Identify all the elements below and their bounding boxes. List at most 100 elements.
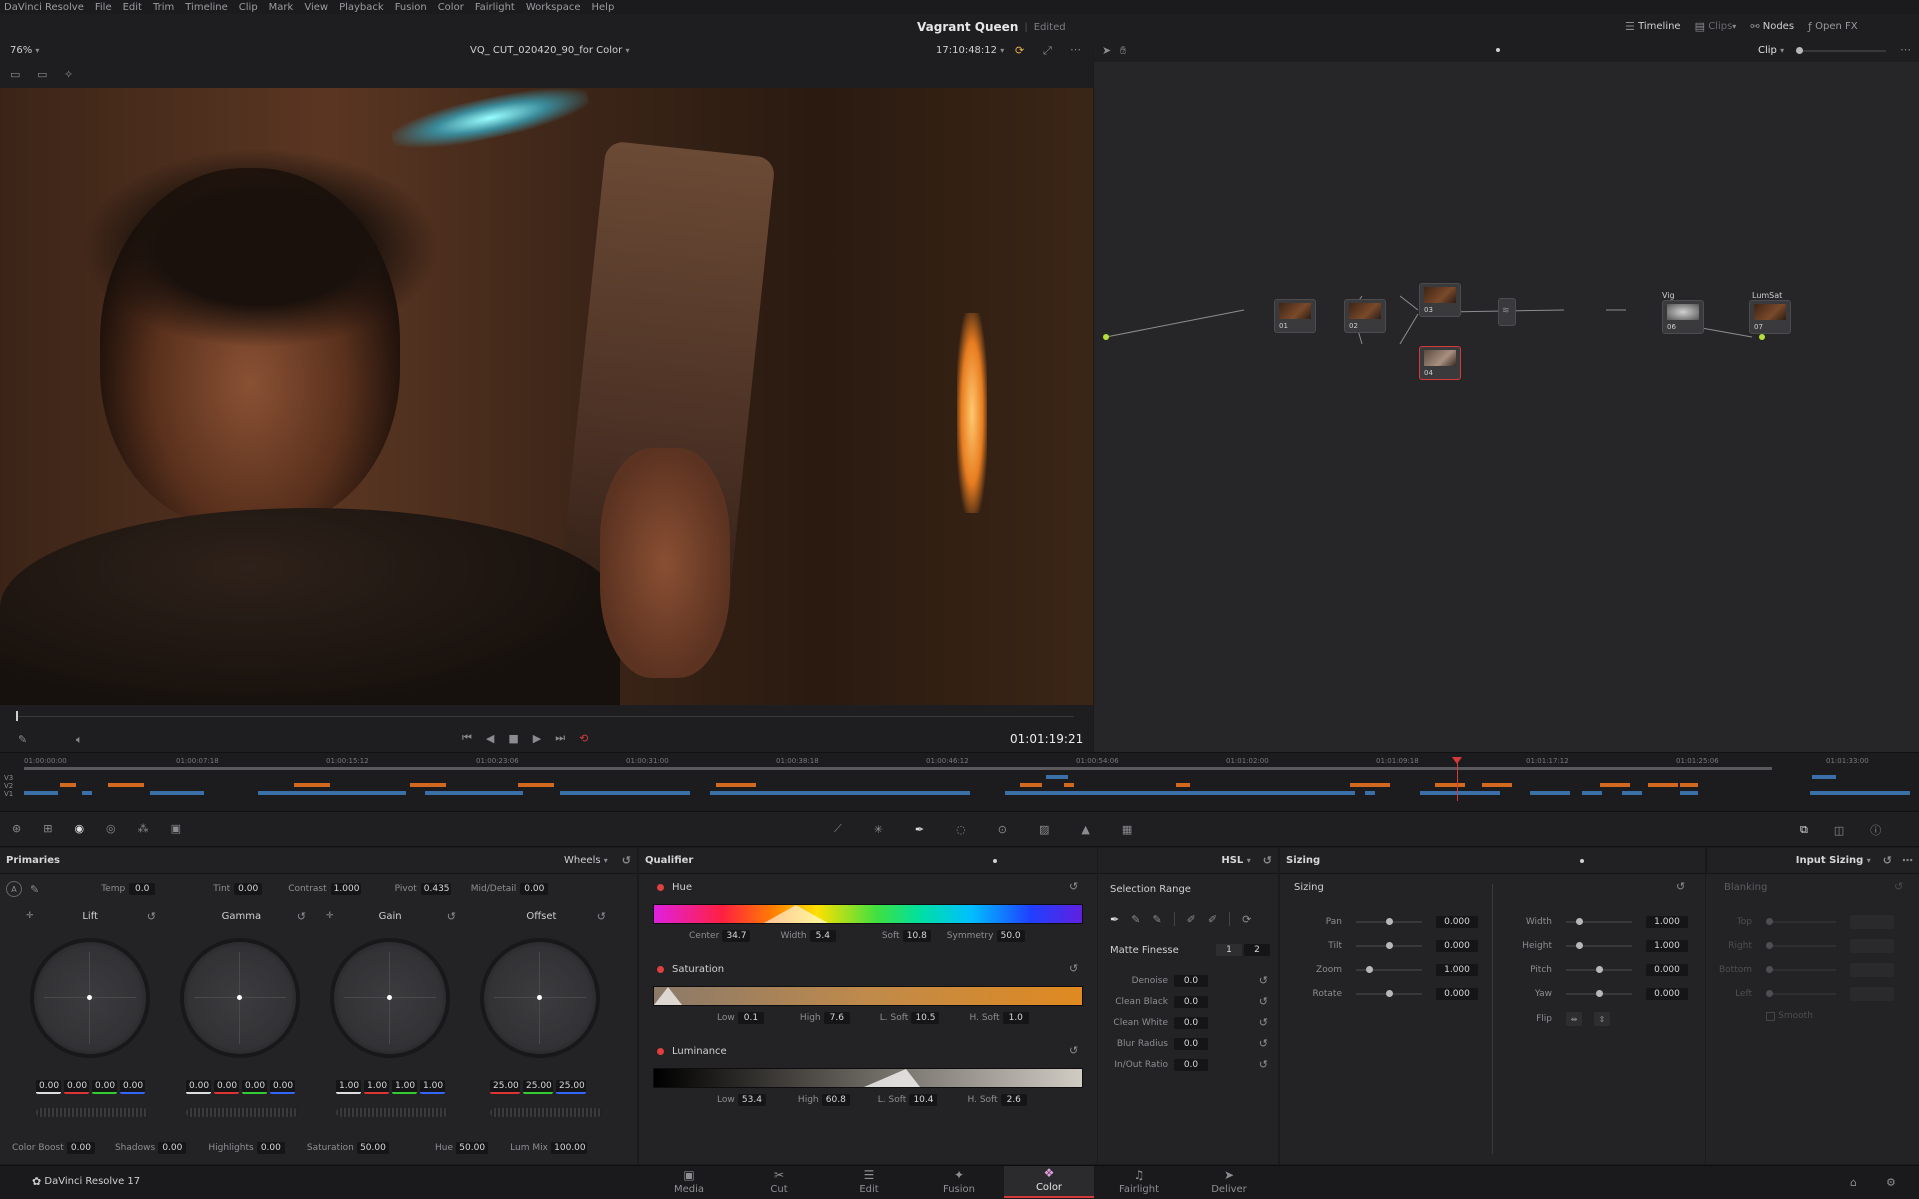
offset-b-field[interactable]: 25.00: [556, 1080, 586, 1094]
offset-g-field[interactable]: 25.00: [523, 1080, 553, 1094]
rotate-field[interactable]: 0.000: [1436, 988, 1478, 1000]
more-options-icon[interactable]: ⋯: [1902, 854, 1913, 867]
zoom-dropdown[interactable]: 76% ▾: [10, 45, 39, 56]
skip-end-icon[interactable]: ⏭: [555, 731, 565, 745]
sat-hsoft-field[interactable]: 1.0: [1002, 1012, 1029, 1024]
reset-icon[interactable]: ↺: [147, 910, 156, 923]
timeline-clip[interactable]: [560, 791, 690, 795]
gamma-y-field[interactable]: 0.00: [186, 1080, 211, 1094]
timeline-clip[interactable]: [1648, 783, 1678, 787]
height-slider[interactable]: [1566, 942, 1632, 949]
home-icon[interactable]: ⌂: [1850, 1176, 1857, 1189]
page-dot[interactable]: [1580, 858, 1585, 863]
page-cut[interactable]: ✂ Cut: [734, 1166, 824, 1198]
timeline-clip[interactable]: [1582, 791, 1602, 795]
hue-width-field[interactable]: 5.4: [809, 930, 836, 942]
reset-icon[interactable]: ↺: [1259, 1058, 1268, 1071]
play-icon[interactable]: ▶: [533, 732, 541, 745]
denoise-field[interactable]: 0.0: [1174, 974, 1208, 987]
layout-single-icon[interactable]: ▭: [10, 68, 20, 81]
tint-field[interactable]: 0.00: [234, 883, 263, 895]
timeline-toggle[interactable]: ☰ Timeline: [1625, 20, 1681, 33]
menu-trim[interactable]: Trim: [153, 2, 174, 13]
lum-low-field[interactable]: 53.4: [737, 1094, 766, 1106]
menu-workspace[interactable]: Workspace: [526, 2, 581, 13]
timeline-clip[interactable]: [1176, 783, 1190, 787]
timeline-clip[interactable]: [1812, 775, 1836, 779]
zoom-slider[interactable]: [1356, 966, 1422, 973]
rotate-slider[interactable]: [1356, 990, 1422, 997]
menu-edit[interactable]: Edit: [123, 2, 142, 13]
hue-center-field[interactable]: 34.7: [722, 930, 751, 942]
timeline-clip[interactable]: [710, 791, 970, 795]
width-field[interactable]: 1.000: [1646, 916, 1688, 928]
menu-fusion[interactable]: Fusion: [395, 2, 427, 13]
source-timecode-dropdown[interactable]: 17:10:48:12 ▾: [936, 45, 1004, 56]
shadows-field[interactable]: 0.00: [158, 1142, 187, 1154]
yaw-slider[interactable]: [1566, 990, 1632, 997]
offset-master-wheel[interactable]: [490, 1108, 602, 1117]
gain-master-wheel[interactable]: [336, 1108, 448, 1117]
reset-icon[interactable]: ↺: [1676, 880, 1685, 893]
color-wheels-icon[interactable]: ◉: [74, 822, 84, 835]
fullscreen-icon[interactable]: ⤢: [1043, 44, 1052, 58]
timeline-clip[interactable]: [1622, 791, 1642, 795]
blur-radius-field[interactable]: 0.0: [1174, 1037, 1208, 1050]
pivot-field[interactable]: 0.435: [420, 883, 451, 895]
lum-mix-field[interactable]: 100.00: [551, 1142, 588, 1154]
timeline-clip[interactable]: [294, 783, 330, 787]
lum-lsoft-field[interactable]: 10.4: [909, 1094, 938, 1106]
highlight-icon[interactable]: ✧: [64, 68, 73, 81]
page-fairlight[interactable]: ♫ Fairlight: [1094, 1166, 1184, 1198]
luminance-range-bar[interactable]: [653, 1068, 1083, 1088]
reset-icon[interactable]: ↺: [1883, 854, 1892, 867]
picker-icon[interactable]: ✒: [1110, 913, 1119, 926]
hue-field[interactable]: 50.00: [456, 1142, 489, 1154]
reset-icon[interactable]: ↺: [622, 854, 631, 867]
tilt-field[interactable]: 0.000: [1436, 940, 1478, 952]
clips-toggle[interactable]: ▤ Clips ▾: [1695, 20, 1737, 33]
offset-wheel[interactable]: [484, 942, 596, 1054]
matte-tab-2[interactable]: 2: [1244, 944, 1270, 956]
reset-icon[interactable]: ↺: [1069, 962, 1078, 975]
sat-high-field[interactable]: 7.6: [823, 1012, 850, 1024]
height-field[interactable]: 1.000: [1646, 940, 1688, 952]
blur-icon[interactable]: ▲: [1081, 823, 1089, 836]
openfx-toggle[interactable]: ƒ Open FX: [1808, 20, 1858, 33]
crosshair-icon[interactable]: ✛: [326, 911, 334, 921]
volume-icon[interactable]: 🔈︎: [76, 733, 83, 747]
node-zoom-slider[interactable]: [1796, 47, 1886, 54]
motion-effects-icon[interactable]: ▣: [171, 822, 181, 835]
menu-view[interactable]: View: [304, 2, 328, 13]
reset-icon[interactable]: ↺: [1259, 1016, 1268, 1029]
sizing-icon[interactable]: ⧉: [1800, 823, 1808, 837]
temp-field[interactable]: 0.0: [129, 883, 156, 895]
reset-icon[interactable]: ↺: [297, 910, 306, 923]
timeline-clip[interactable]: [82, 791, 92, 795]
magic-mask-icon[interactable]: ▨: [1039, 823, 1049, 836]
qualifier-mode-dropdown[interactable]: HSL ▾: [1221, 855, 1250, 866]
lift-y-field[interactable]: 0.00: [36, 1080, 61, 1094]
reset-icon[interactable]: ↺: [1069, 880, 1078, 893]
pointer-icon[interactable]: ➤: [1102, 44, 1111, 57]
reset-icon[interactable]: ↺: [1259, 995, 1268, 1008]
qualifier-icon[interactable]: ✒: [915, 823, 924, 836]
timeline-clip[interactable]: [716, 783, 756, 787]
menu-file[interactable]: File: [95, 2, 112, 13]
hue-enable-toggle[interactable]: [657, 884, 664, 891]
timeline-clip[interactable]: [1350, 783, 1390, 787]
settings-icon[interactable]: ⚙: [1886, 1176, 1896, 1189]
picker-minus-icon[interactable]: ✎: [1131, 913, 1140, 926]
lum-high-field[interactable]: 60.8: [821, 1094, 850, 1106]
menu-app[interactable]: DaVinci Resolve: [4, 2, 84, 13]
reset-icon[interactable]: ↺: [1263, 854, 1272, 867]
menu-color[interactable]: Color: [438, 2, 464, 13]
parallel-mixer-node[interactable]: ≋: [1498, 298, 1516, 326]
lift-b-field[interactable]: 0.00: [120, 1080, 145, 1094]
page-color[interactable]: ❖ Color: [1004, 1166, 1094, 1198]
width-slider[interactable]: [1566, 918, 1632, 925]
timeline-clip[interactable]: [1365, 791, 1375, 795]
lift-r-field[interactable]: 0.00: [64, 1080, 89, 1094]
page-media[interactable]: ▣ Media: [644, 1166, 734, 1198]
contrast-field[interactable]: 1.000: [330, 883, 361, 895]
